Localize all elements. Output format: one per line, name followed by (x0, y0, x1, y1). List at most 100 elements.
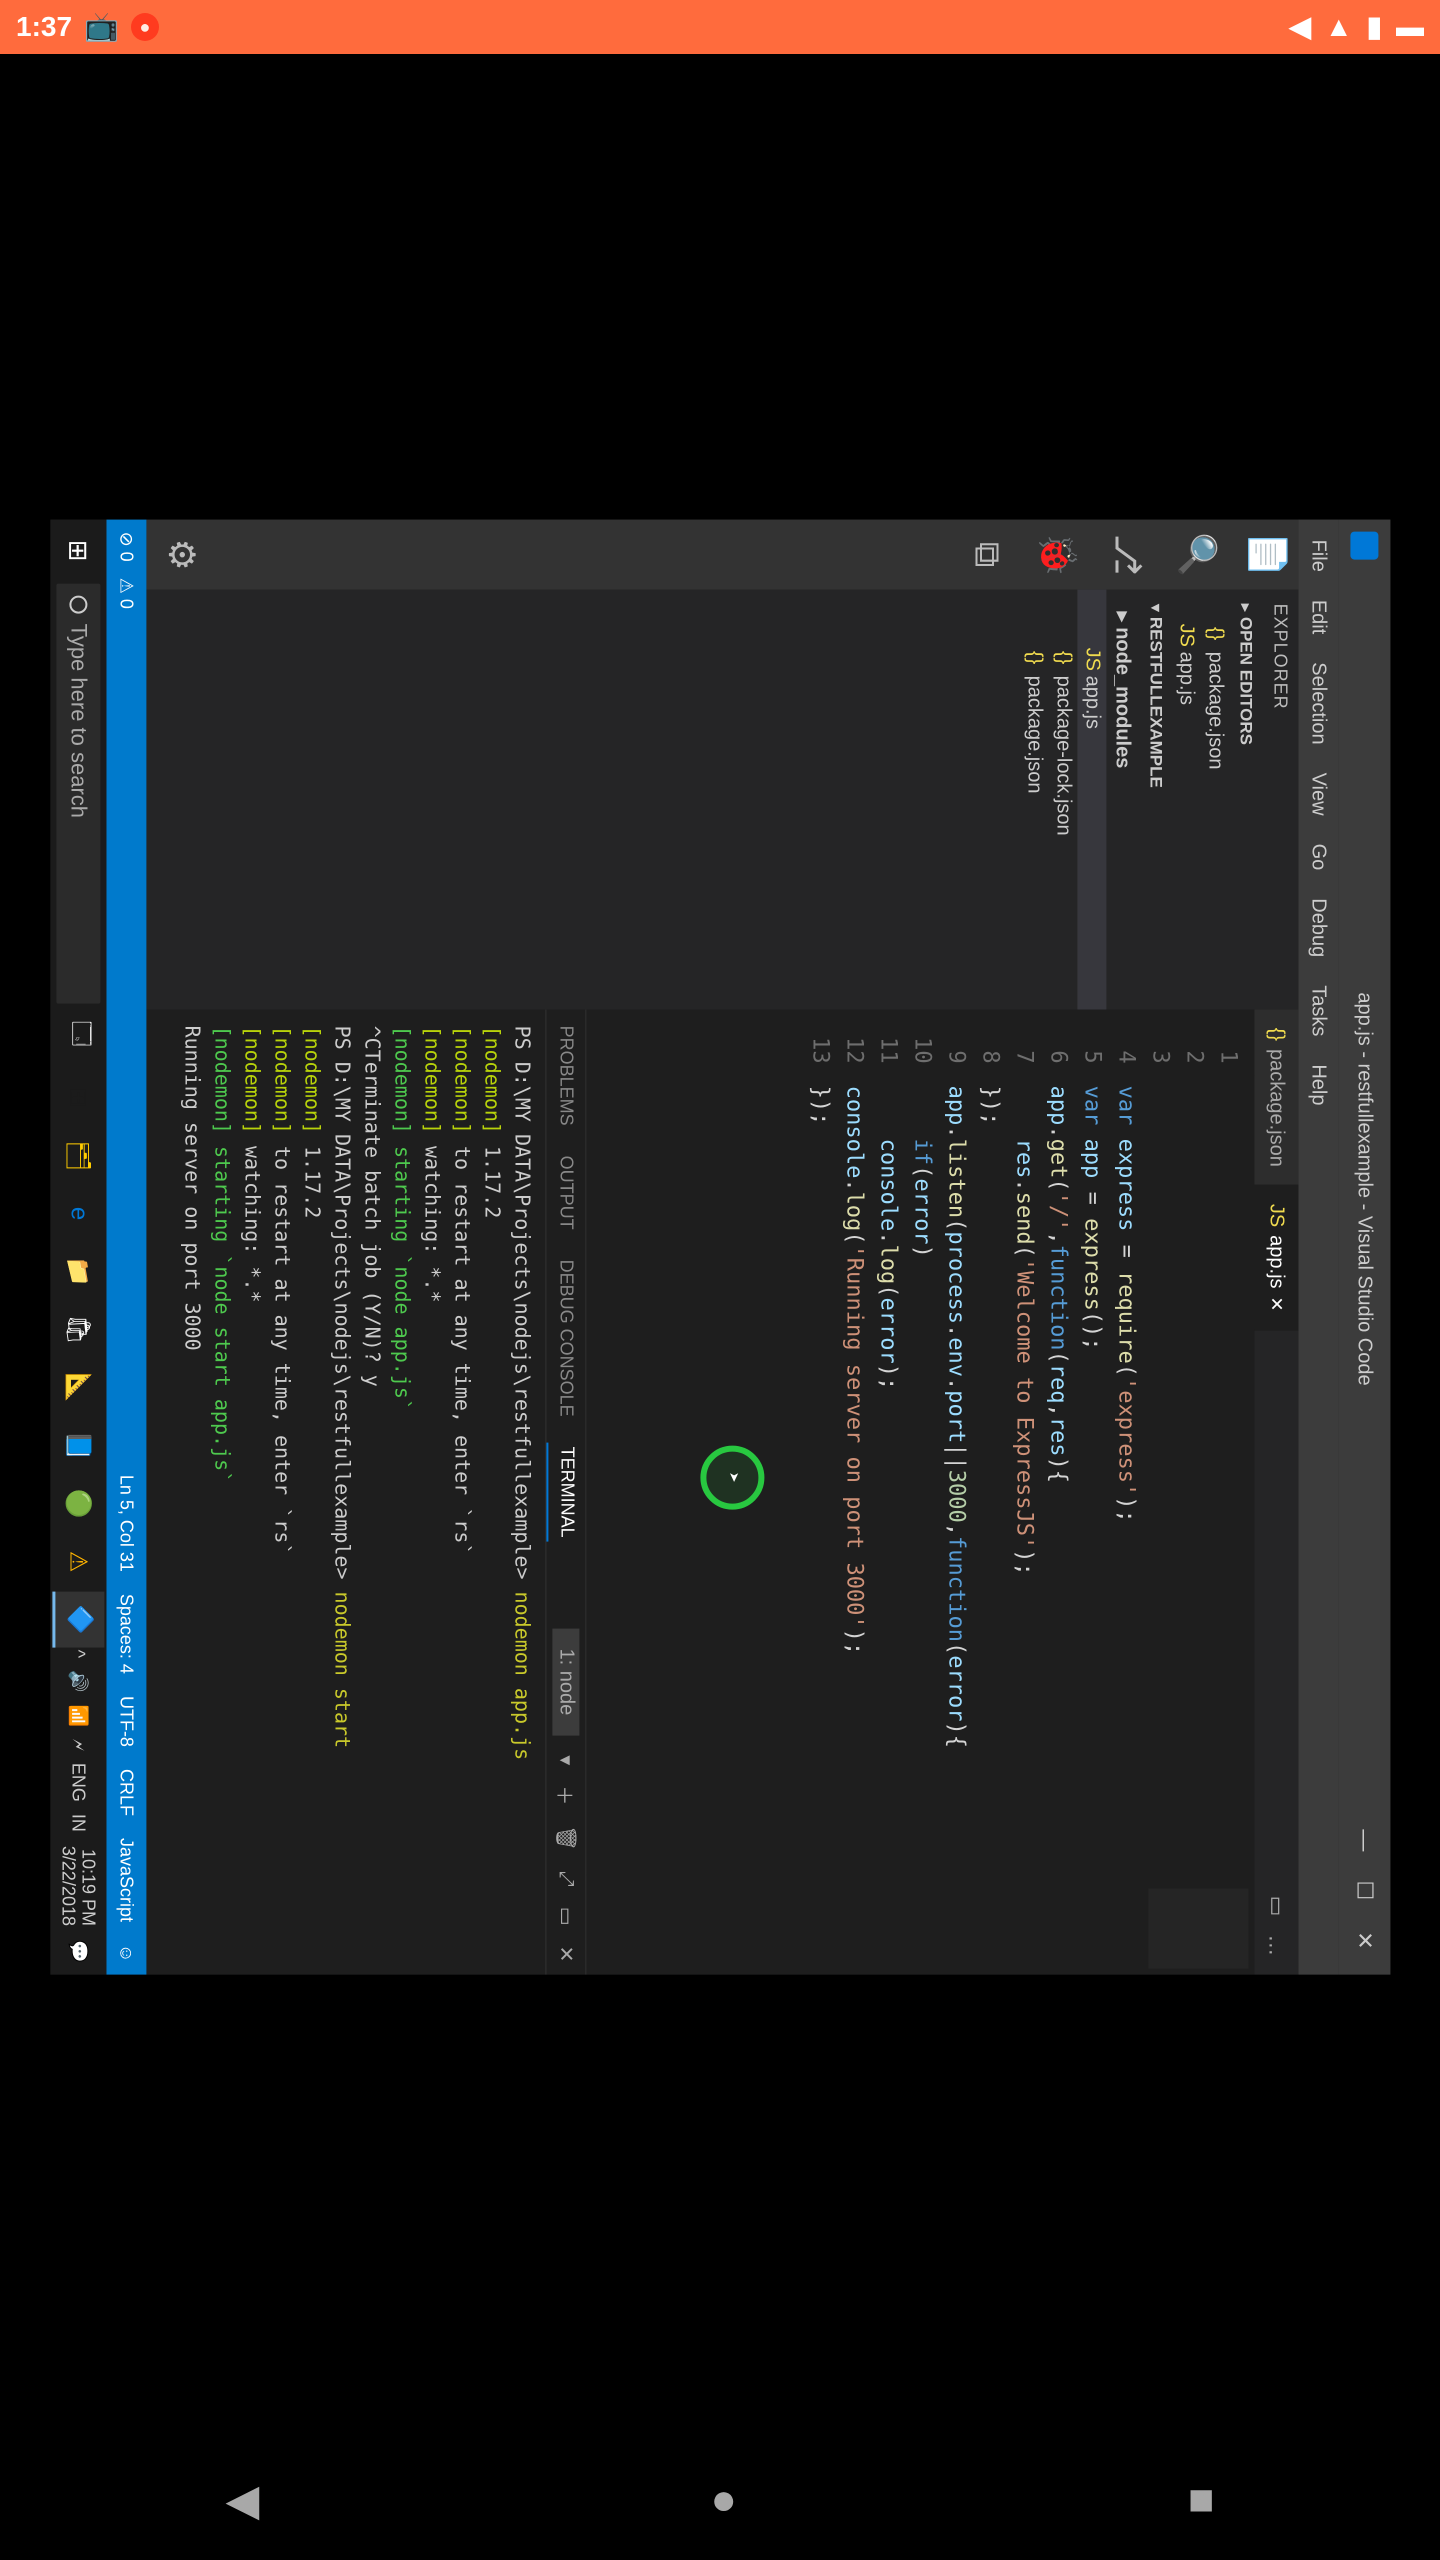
taskbar-app-8[interactable]: ⚠ (52, 1534, 104, 1590)
menu-help[interactable]: Help (1305, 1052, 1332, 1117)
task-view-button[interactable]: 🗔 (52, 1006, 104, 1062)
activity-item-0[interactable]: 📄 (1246, 532, 1288, 577)
status-item[interactable]: Ln 5, Col 31 (116, 1475, 137, 1572)
open-editor-item[interactable]: JS app.js (1171, 590, 1200, 1010)
code-line[interactable]: var express = require('express'); (1108, 1086, 1142, 1875)
kill-terminal-icon[interactable]: 🗑 (553, 1825, 578, 1850)
menu-go[interactable]: Go (1305, 832, 1332, 883)
status-item[interactable]: ⚠ 0 (116, 578, 137, 609)
new-terminal-icon[interactable]: ＋ (551, 1785, 580, 1805)
code-line[interactable]: console.log('Running server on port 3000… (836, 1086, 870, 1875)
nav-recent-button[interactable]: ■ (1188, 2475, 1215, 2525)
open-editors-label[interactable]: OPEN EDITORS (1236, 617, 1255, 745)
vscode-logo-icon (1350, 532, 1378, 560)
menu-debug[interactable]: Debug (1305, 886, 1332, 969)
code-line[interactable]: }); (802, 1086, 836, 1875)
taskbar-app-2[interactable]: e (52, 1186, 104, 1242)
menu-tasks[interactable]: Tasks (1305, 973, 1332, 1048)
panel-tab-debug-console[interactable]: DEBUG CONSOLE (546, 1256, 585, 1421)
close-panel-icon[interactable]: ✕ (553, 1946, 578, 1963)
file-type-icon: JS (1080, 648, 1103, 668)
window-title: app.js - restfullexample - Visual Studio… (1353, 566, 1376, 1813)
notifications-button[interactable]: 💬 (68, 1940, 89, 1962)
dropdown-icon[interactable]: ▾ (553, 1755, 578, 1765)
menu-view[interactable]: View (1305, 761, 1332, 828)
file-type-icon: JS (1174, 624, 1197, 644)
activity-item-5[interactable]: ⚙ (160, 538, 202, 570)
window-max-button[interactable]: ☐ (1351, 1868, 1377, 1912)
project-label[interactable]: RESTFULLEXAMPLE (1146, 617, 1165, 788)
nav-back-phone-icon[interactable]: ◀ (1289, 13, 1311, 41)
status-item[interactable]: JavaScript (116, 1838, 137, 1922)
code-line[interactable]: var app = express(); (1074, 1086, 1108, 1875)
code-area[interactable]: var express = require('express');var app… (586, 1076, 1254, 1875)
window-min-button[interactable]: — (1351, 1818, 1377, 1862)
panel-tab-output[interactable]: OUTPUT (546, 1152, 585, 1234)
taskbar-app-0[interactable]: ⊞ (52, 1070, 104, 1126)
taskbar-app-7[interactable]: 🟢 (52, 1476, 104, 1532)
terminal-selector[interactable]: 1: node (552, 1629, 579, 1736)
tray-icon-3[interactable]: 🗲 (68, 1739, 89, 1751)
menu-selection[interactable]: Selection (1305, 650, 1332, 756)
taskbar-search[interactable]: Type here to search (56, 584, 100, 1004)
tab-close-icon[interactable]: ✕ (1266, 1297, 1287, 1312)
status-item[interactable]: UTF-8 (116, 1696, 137, 1747)
start-button[interactable]: ⊞ (51, 524, 105, 578)
taskbar-app-1[interactable]: 🗂 (52, 1128, 104, 1184)
editor-tab[interactable]: {}package.json (1254, 1010, 1298, 1186)
tray-icon-4[interactable]: ENG (68, 1763, 89, 1802)
terminal-line: [nodemon] starting `node app.js` (387, 1026, 417, 1959)
tray-date[interactable]: 3/22/2018 (58, 1846, 78, 1926)
status-item[interactable]: ⊘ 0 (116, 532, 137, 562)
terminal-line: [nodemon] starting `node start app.js` (207, 1026, 237, 1959)
taskbar-app-4[interactable]: 🛍 (52, 1302, 104, 1358)
file-item[interactable]: {}package.json (1019, 590, 1048, 1010)
status-item[interactable]: CRLF (116, 1769, 137, 1816)
tray-icon-5[interactable]: IN (68, 1814, 89, 1832)
panel-tab-terminal[interactable]: TERMINAL (546, 1443, 585, 1542)
line-number: 7 (1006, 1010, 1040, 1064)
tray-icon-2[interactable]: 📶 (68, 1704, 89, 1726)
code-line[interactable]: console.log(error); (870, 1086, 904, 1875)
split-editor-icon[interactable]: ▭ (1263, 1896, 1289, 1917)
terminal-line: PS D:\MY DATA\Projects\nodejs\restfullex… (327, 1026, 357, 1959)
minimap[interactable] (586, 1874, 1254, 1974)
terminal-body[interactable]: PS D:\MY DATA\Projects\nodejs\restfullex… (146, 1010, 545, 1975)
maximize-panel-icon[interactable]: ▭ (553, 1907, 578, 1926)
nav-home-button[interactable]: ● (710, 2475, 737, 2525)
menu-edit[interactable]: Edit (1305, 588, 1332, 646)
activity-item-2[interactable]: ⎇ (1106, 534, 1148, 575)
activity-item-3[interactable]: 🐞 (1036, 532, 1078, 577)
tray-icon-1[interactable]: 🔊 (68, 1670, 89, 1692)
code-line[interactable]: app.listen(process.env.port||3000,functi… (938, 1086, 972, 1875)
explorer-sidebar: EXPLORER ▸ OPEN EDITORS {}package.jsonJS… (146, 590, 1298, 1010)
file-item[interactable]: JSapp.js (1077, 590, 1106, 1010)
menu-file[interactable]: File (1305, 528, 1332, 584)
activity-item-4[interactable]: ⧉ (965, 542, 1008, 568)
file-item[interactable]: {}package-lock.json (1048, 590, 1077, 1010)
code-line[interactable]: app.get('/',function(req,res){ (1040, 1086, 1074, 1875)
code-line[interactable]: }); (972, 1086, 1006, 1875)
file-name: app.js (1174, 652, 1197, 705)
editor-pane[interactable]: 12345678910111213 var express = require(… (586, 1010, 1254, 1975)
editor-tab[interactable]: JSapp.js✕ (1254, 1186, 1298, 1331)
tray-icon-0[interactable]: ^ (68, 1650, 89, 1658)
taskbar-app-6[interactable]: 📘 (52, 1418, 104, 1474)
taskbar-app-5[interactable]: 📐 (52, 1360, 104, 1416)
record-icon: ● (131, 13, 159, 41)
tray-time[interactable]: 10:19 PM (78, 1846, 98, 1926)
open-editor-item[interactable]: {}package.json (1200, 590, 1229, 1010)
code-line[interactable]: if(error) (904, 1086, 938, 1875)
nav-back-button[interactable]: ◀ (226, 2475, 260, 2526)
code-line[interactable]: res.send('Welcome to ExpressJS'); (1006, 1086, 1040, 1875)
status-item[interactable]: Spaces: 4 (116, 1594, 137, 1674)
taskbar-app-3[interactable]: 📁 (52, 1244, 104, 1300)
activity-item-1[interactable]: 🔍 (1176, 532, 1218, 577)
taskbar-app-9[interactable]: 🔷 (52, 1592, 104, 1648)
terminal-split-icon[interactable]: ⤢ (554, 1871, 577, 1887)
more-icon[interactable]: … (1263, 1934, 1289, 1956)
window-close-button[interactable]: ✕ (1351, 1918, 1377, 1962)
status-item[interactable]: ☺ (116, 1944, 137, 1962)
folder-item[interactable]: node_modules (1106, 590, 1139, 1010)
panel-tab-problems[interactable]: PROBLEMS (546, 1022, 585, 1130)
